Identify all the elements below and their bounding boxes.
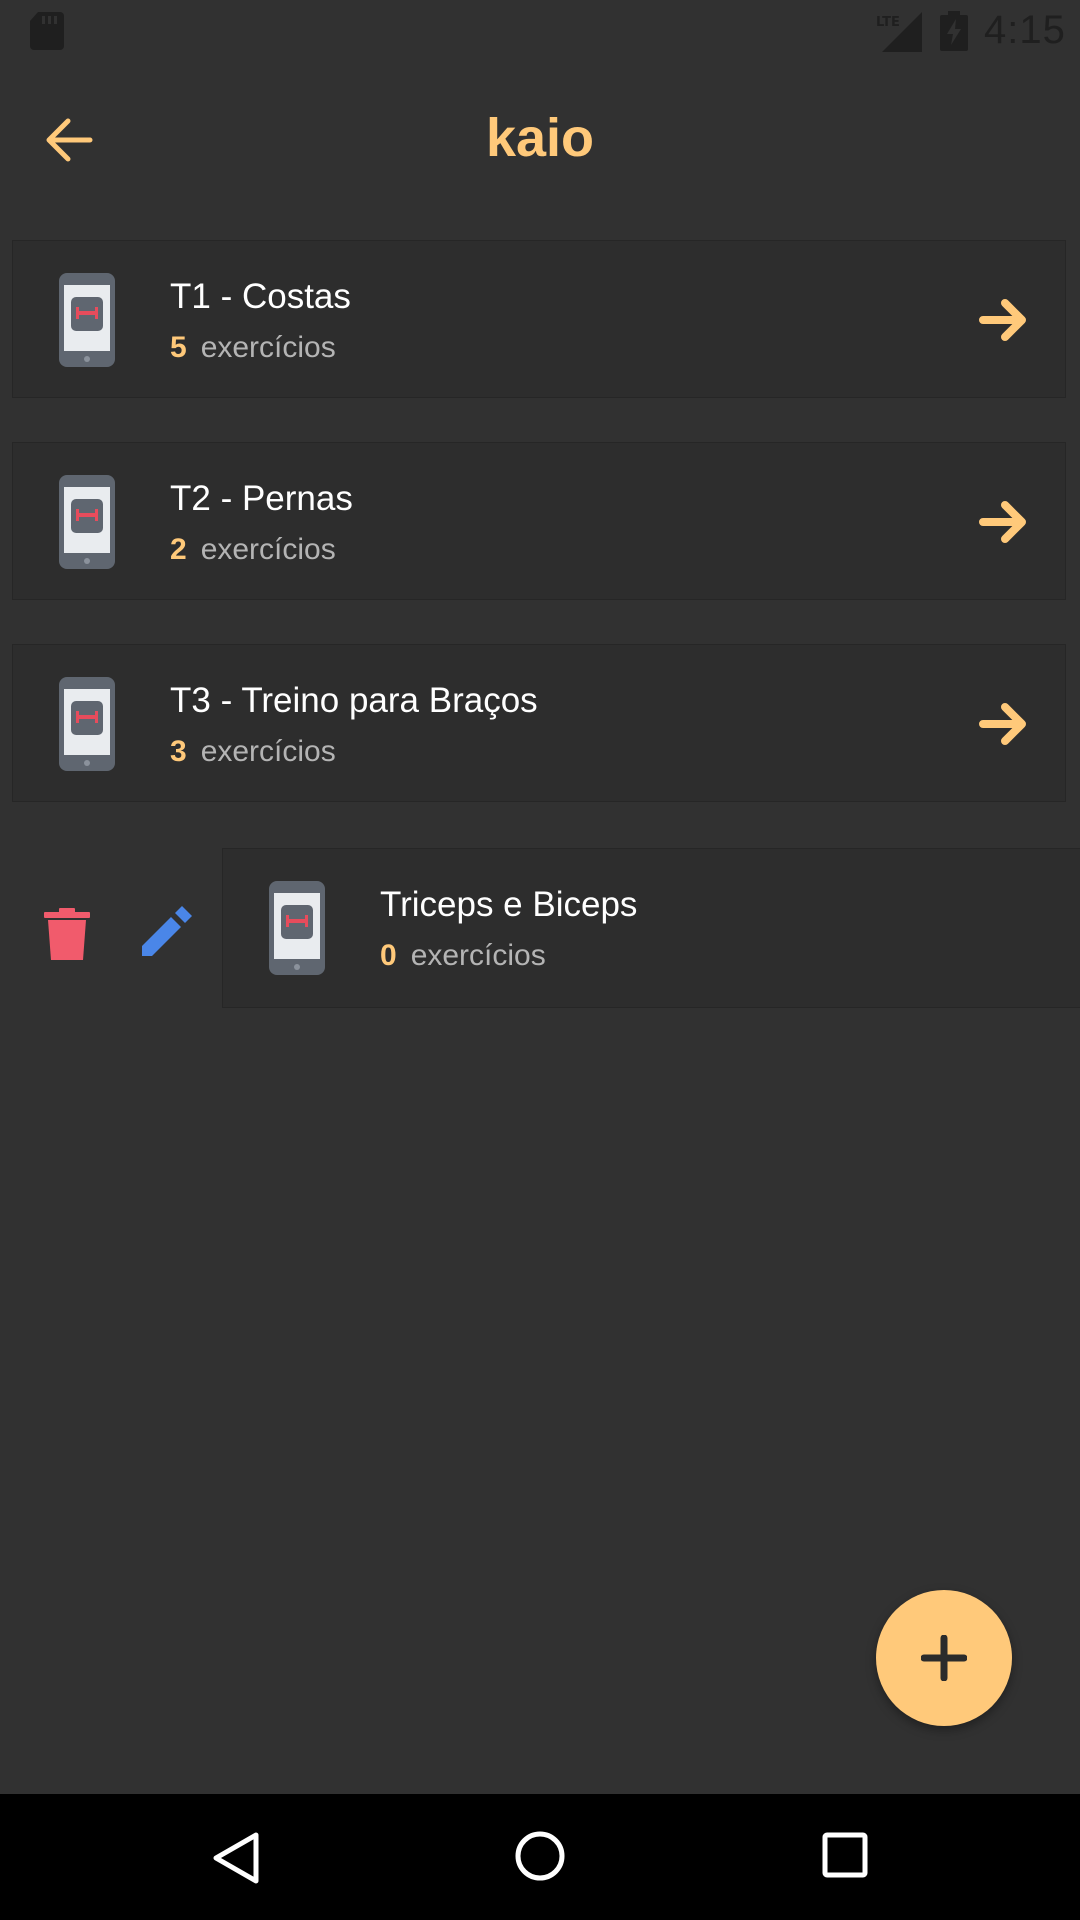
phone-dumbbell-icon: [269, 881, 325, 975]
exercise-count-label: exercícios: [200, 331, 336, 364]
status-bar: LTE 4:15: [0, 0, 1080, 63]
plus-icon: [921, 1635, 967, 1681]
exercise-count: 2: [170, 533, 187, 566]
workout-exercise-count: 5 exercícios: [170, 331, 336, 365]
workout-card[interactable]: T2 - Pernas 2 exercícios: [12, 442, 1066, 600]
swiped-workout-row[interactable]: Triceps e Biceps 0 exercícios: [0, 848, 1080, 1008]
workout-exercise-count: 0 exercícios: [380, 939, 546, 973]
status-time: 4:15: [984, 8, 1066, 52]
workout-exercise-count: 2 exercícios: [170, 533, 336, 567]
exercise-count-label: exercícios: [200, 735, 336, 768]
pencil-icon[interactable]: [140, 906, 192, 958]
screen: LTE 4:15 kaio T1 - Costas 5 exercícios T…: [0, 0, 1080, 1920]
sd-card-icon: [30, 12, 64, 50]
add-workout-button[interactable]: [876, 1590, 1012, 1726]
app-bar: kaio: [0, 63, 1080, 213]
system-nav-bar: [0, 1794, 1080, 1920]
exercise-count: 5: [170, 331, 187, 364]
workout-name: Triceps e Biceps: [380, 885, 638, 924]
phone-dumbbell-icon: [59, 273, 115, 367]
exercise-count: 3: [170, 735, 187, 768]
trash-icon[interactable]: [44, 908, 90, 960]
workout-name: T1 - Costas: [170, 277, 351, 316]
arrow-right-icon[interactable]: [977, 293, 1031, 347]
exercise-count-label: exercícios: [200, 533, 336, 566]
phone-dumbbell-icon: [59, 475, 115, 569]
arrow-right-icon[interactable]: [977, 697, 1031, 751]
workout-card[interactable]: T1 - Costas 5 exercícios: [12, 240, 1066, 398]
phone-dumbbell-icon: [59, 677, 115, 771]
nav-back-icon[interactable]: [212, 1832, 260, 1884]
battery-charging-icon: [940, 11, 968, 51]
nav-home-icon[interactable]: [514, 1830, 566, 1882]
workout-card[interactable]: T3 - Treino para Braços 3 exercícios: [12, 644, 1066, 802]
exercise-count: 0: [380, 939, 397, 972]
workout-name: T3 - Treino para Braços: [170, 681, 538, 720]
exercise-count-label: exercícios: [410, 939, 546, 972]
page-title: kaio: [485, 108, 595, 168]
workout-name: T2 - Pernas: [170, 479, 353, 518]
nav-recents-icon[interactable]: [822, 1832, 868, 1878]
svg-text:LTE: LTE: [876, 15, 900, 30]
lte-signal-icon: LTE: [876, 12, 922, 52]
arrow-right-icon[interactable]: [977, 495, 1031, 549]
workout-exercise-count: 3 exercícios: [170, 735, 336, 769]
workout-card[interactable]: Triceps e Biceps 0 exercícios: [222, 848, 1080, 1008]
